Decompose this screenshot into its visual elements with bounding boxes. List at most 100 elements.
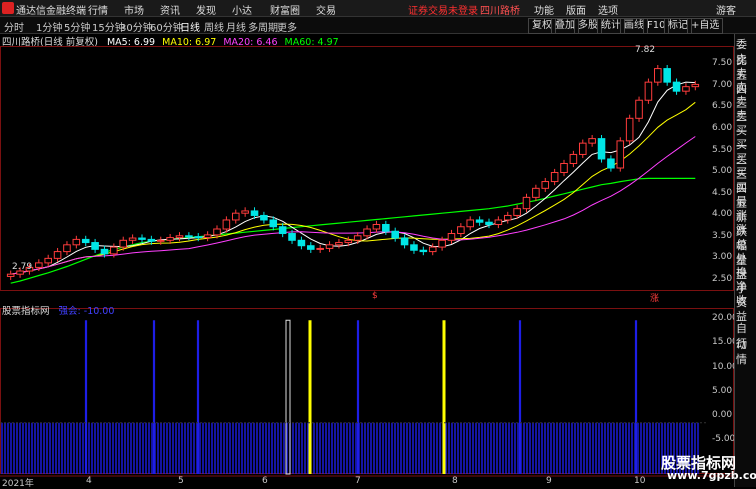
candle-body bbox=[63, 244, 71, 253]
candle-body bbox=[363, 228, 371, 237]
candle-body bbox=[532, 187, 540, 198]
price-tick: 6.00 bbox=[712, 123, 733, 133]
candle-body bbox=[494, 219, 503, 225]
candle-body bbox=[260, 214, 268, 221]
candle-body bbox=[419, 249, 428, 253]
candle-body bbox=[672, 81, 681, 92]
menu-item-discover[interactable]: 发现 bbox=[196, 2, 216, 17]
period-intraday[interactable]: 分时 bbox=[4, 19, 24, 34]
candle-body bbox=[607, 158, 615, 169]
period-60min[interactable]: 60分钟 bbox=[150, 19, 183, 34]
candle-body bbox=[307, 245, 315, 250]
candle-body bbox=[616, 140, 625, 169]
candle-body bbox=[466, 219, 475, 228]
indicator-value: 强会: -10.00 bbox=[58, 306, 115, 317]
candle-body bbox=[541, 181, 550, 189]
candle-body bbox=[503, 214, 512, 221]
menu-item-layout[interactable]: 版面 bbox=[566, 2, 586, 17]
candle-body bbox=[175, 235, 184, 239]
period-multi[interactable]: 多周期 bbox=[248, 19, 278, 34]
low-price-label: 2.79 bbox=[12, 262, 33, 272]
event-marker[interactable]: $ bbox=[372, 291, 378, 301]
candle-body bbox=[166, 237, 174, 241]
period-toolbar: 分时 1分钟 5分钟 15分钟 30分钟 60分钟 日线 周线 月线 多周期 更… bbox=[0, 17, 756, 34]
candle-body bbox=[6, 273, 15, 277]
menu-item-wealth[interactable]: 财富圈 bbox=[270, 2, 300, 17]
period-monthly[interactable]: 月线 bbox=[226, 19, 246, 34]
candle-body bbox=[278, 226, 287, 235]
price-tick: 4.00 bbox=[712, 209, 733, 219]
candle-body bbox=[213, 228, 221, 236]
candle-body bbox=[410, 244, 418, 251]
candle-body bbox=[560, 162, 568, 174]
candle-body bbox=[447, 233, 456, 241]
add-favorite-button[interactable]: +自选 bbox=[687, 18, 724, 34]
menu-item-trade[interactable]: 交易 bbox=[316, 2, 336, 17]
kline-chart[interactable] bbox=[0, 46, 734, 487]
price-tick: 5.50 bbox=[712, 145, 733, 155]
menu-item-news[interactable]: 资讯 bbox=[160, 2, 180, 17]
period-weekly[interactable]: 周线 bbox=[204, 19, 224, 34]
period-5min[interactable]: 5分钟 bbox=[64, 19, 90, 34]
candle-body bbox=[382, 223, 390, 232]
candle-body bbox=[44, 257, 52, 264]
candle-body bbox=[372, 223, 381, 230]
period-1min[interactable]: 1分钟 bbox=[36, 19, 62, 34]
candle-body bbox=[222, 219, 231, 230]
candle-body bbox=[635, 99, 643, 119]
candle-body bbox=[91, 242, 99, 250]
menu-item-market[interactable]: 行情 bbox=[88, 2, 108, 17]
chart-header: 四川路桥(日线 前复权) MA5: 6.99 MA10: 6.97 MA20: … bbox=[0, 34, 339, 48]
period-30min[interactable]: 30分钟 bbox=[120, 19, 153, 34]
candle-body bbox=[241, 210, 249, 214]
quote-panel: 委比 卖五 卖四 卖三 卖二 卖一 买一 买二 买三 买四 买五 最新 涨跌 涨… bbox=[734, 34, 756, 487]
candle-body bbox=[344, 239, 353, 244]
candle-body bbox=[522, 196, 531, 210]
price-tick: 5.00 bbox=[712, 166, 733, 176]
price-tick: 7.00 bbox=[712, 80, 733, 90]
price-tick: 4.50 bbox=[712, 188, 733, 198]
candles bbox=[6, 64, 700, 281]
candle-body bbox=[250, 210, 259, 216]
candle-body bbox=[588, 138, 596, 144]
candle-body bbox=[110, 246, 118, 255]
candle-body bbox=[391, 230, 399, 239]
menu-item-function[interactable]: 功能 bbox=[534, 2, 554, 17]
indicator-tick: 5.00 bbox=[712, 386, 733, 396]
price-tick: 7.50 bbox=[712, 58, 733, 68]
candle-body bbox=[138, 237, 146, 240]
candle-body bbox=[597, 138, 606, 160]
candle-body bbox=[53, 251, 62, 259]
candle-body bbox=[147, 238, 156, 242]
candle-body bbox=[682, 86, 690, 92]
candle-body bbox=[513, 208, 521, 216]
candle-body bbox=[325, 244, 334, 249]
candle-body bbox=[156, 239, 165, 242]
chart-grid bbox=[0, 46, 734, 477]
period-more[interactable]: 更多 bbox=[277, 19, 297, 34]
login-warning[interactable]: 证券交易未登录 bbox=[408, 2, 478, 17]
price-tick: 6.50 bbox=[712, 101, 733, 111]
quote-button[interactable]: 行情 bbox=[736, 335, 756, 367]
price-tick: 3.00 bbox=[712, 252, 733, 262]
menu-item-markets[interactable]: 市场 bbox=[124, 2, 144, 17]
high-price-label: 7.82 bbox=[635, 45, 656, 55]
price-tick: 2.50 bbox=[712, 274, 733, 284]
user-label[interactable]: 游客 bbox=[716, 2, 736, 17]
candle-body bbox=[316, 247, 324, 250]
x-tick: 2021年 bbox=[2, 479, 34, 489]
price-tick: 3.50 bbox=[712, 231, 733, 241]
menu-item-xiaoda[interactable]: 小达 bbox=[232, 2, 252, 17]
x-tick: 8 bbox=[452, 476, 458, 486]
menu-item-options[interactable]: 选项 bbox=[598, 2, 618, 17]
watermark-url: www.7gpzb.com bbox=[667, 469, 756, 482]
x-tick: 7 bbox=[355, 476, 361, 486]
candle-body bbox=[457, 226, 465, 235]
x-tick: 4 bbox=[86, 476, 92, 486]
indicator-bars bbox=[0, 319, 706, 475]
ma60-path bbox=[10, 177, 696, 284]
indicator-name: 股票指标网 bbox=[2, 306, 50, 317]
stock-tab[interactable]: 四川路桥 bbox=[480, 2, 520, 17]
event-marker[interactable]: 涨 bbox=[650, 291, 659, 304]
period-daily[interactable]: 日线 bbox=[180, 19, 200, 34]
